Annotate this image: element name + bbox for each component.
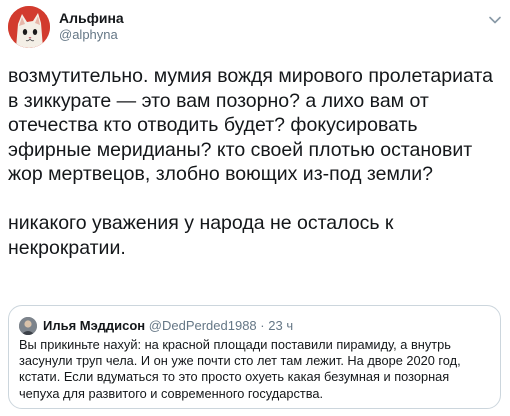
author-handle[interactable]: @alphyna	[59, 27, 118, 43]
more-menu-button[interactable]	[488, 12, 502, 24]
quoted-text: Вы прикиньте нахуй: на красной площади п…	[19, 337, 461, 401]
cat-avatar-icon	[8, 6, 50, 48]
tweet: Альфина @alphyna возмутительно. мумия во…	[0, 0, 510, 416]
quoted-timestamp: 23 ч	[268, 318, 294, 333]
quoted-avatar	[19, 317, 37, 335]
quoted-tweet[interactable]: Илья Мэддисон @DedPerded1988 · 23 ч Вы п…	[8, 305, 501, 409]
avatar[interactable]	[8, 6, 50, 48]
quoted-header: Илья Мэддисон @DedPerded1988 · 23 ч	[43, 318, 293, 334]
quoted-separator: ·	[260, 318, 265, 333]
tweet-paragraph: никакого уважения у народа не осталось к…	[8, 212, 399, 259]
author-name[interactable]: Альфина	[59, 10, 124, 26]
quoted-author-handle: @DedPerded1988	[148, 318, 257, 333]
chevron-down-icon	[489, 16, 501, 24]
tweet-text: возмутительно. мумия вождя мирового прол…	[8, 64, 502, 260]
quoted-author-name: Илья Мэддисон	[43, 318, 146, 333]
person-avatar-icon	[19, 317, 37, 335]
tweet-paragraph: возмутительно. мумия вождя мирового прол…	[8, 65, 499, 185]
